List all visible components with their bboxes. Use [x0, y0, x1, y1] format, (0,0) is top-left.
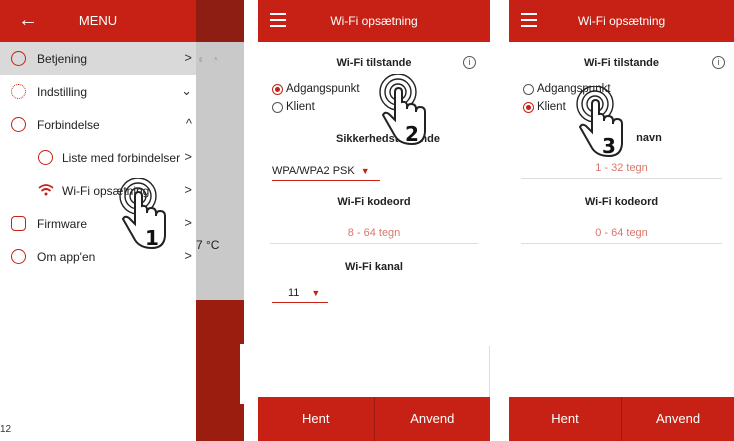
menu-screen: ◐◔ 7 °C ← MENU Betjening > Indstilling ⌄…	[0, 0, 244, 441]
settings-icon	[11, 84, 26, 99]
home-icon	[11, 51, 26, 66]
wifi-mode-heading: Wi-Fi tilstande	[583, 57, 660, 69]
page-number: 12	[0, 424, 12, 435]
bottom-action-bar: Hent Anvend	[258, 397, 490, 441]
drawer-header: ← MENU	[0, 0, 196, 42]
anvend-button[interactable]: Anvend	[622, 397, 734, 441]
pointing-hand-icon: 1	[119, 178, 166, 250]
list-icon	[38, 150, 53, 165]
chevron-right-icon: >	[184, 248, 192, 263]
wifi-password-heading: Wi-Fi kodeord	[584, 196, 659, 208]
share-icon	[11, 117, 26, 132]
chevron-right-icon: >	[184, 215, 192, 230]
wifi-mode-heading: Wi-Fi tilstande	[336, 57, 412, 69]
info-icon	[11, 249, 26, 264]
radio-unchecked-icon	[272, 101, 283, 113]
wifi-password-input[interactable]: 0 - 64 tegn	[521, 227, 722, 244]
wifi-channel-heading: Wi-Fi kanal	[345, 261, 403, 273]
background-temperature: 7 °C	[196, 238, 220, 252]
chevron-right-icon: >	[184, 50, 192, 65]
app-bar: Wi-Fi opsætning	[258, 0, 490, 42]
pointing-hand-icon: 2	[379, 74, 426, 146]
wifi-password-input[interactable]: 8 - 64 tegn	[270, 227, 478, 244]
step-number: 1	[145, 226, 159, 250]
wifi-setup-screen-client: Wi-Fi opsætning Wi-Fi tilstande i Adgang…	[509, 0, 734, 441]
pointing-hand-icon: 3	[576, 86, 623, 158]
wifi-icon	[38, 184, 54, 196]
menu-item-forbindelse[interactable]: Forbindelse ^	[0, 108, 196, 141]
info-icon[interactable]: i	[463, 56, 476, 69]
radio-unchecked-icon	[523, 83, 534, 95]
screen-title: Wi-Fi opsætning	[330, 14, 418, 28]
anvend-button[interactable]: Anvend	[375, 397, 491, 441]
wifi-setup-screen-ap: Wi-Fi opsætning Wi-Fi tilstande i Adgang…	[258, 0, 490, 441]
radio-adgangspunkt[interactable]: Adgangspunkt	[272, 83, 360, 95]
radio-checked-icon	[272, 83, 283, 95]
hent-button[interactable]: Hent	[258, 397, 374, 441]
drawer-title: MENU	[78, 13, 118, 28]
chevron-right-icon: >	[184, 182, 192, 197]
chevron-down-icon: ⌄	[181, 83, 192, 98]
wifi-password-heading: Wi-Fi kodeord	[337, 196, 411, 208]
step-number: 3	[602, 134, 616, 158]
menu-item-betjening[interactable]: Betjening >	[0, 42, 196, 75]
wifi-channel-select[interactable]: 11 ▼	[272, 287, 328, 303]
app-bar: Wi-Fi opsætning	[509, 0, 734, 42]
menu-item-indstilling[interactable]: Indstilling ⌄	[0, 75, 196, 108]
background-app: ◐◔ 7 °C	[196, 0, 244, 441]
dropdown-caret-icon: ▼	[311, 288, 321, 298]
chevron-right-icon: >	[184, 149, 192, 164]
dimmed-icons: ◐◔	[198, 52, 225, 66]
bottom-action-bar: Hent Anvend	[509, 397, 734, 441]
radio-klient[interactable]: Klient	[523, 101, 566, 113]
step-number: 2	[405, 122, 419, 146]
radio-checked-icon	[523, 101, 534, 113]
menu-item-liste-med-forbindelser[interactable]: Liste med forbindelser >	[0, 141, 196, 174]
firmware-icon	[11, 216, 26, 231]
dropdown-caret-icon: ▼	[360, 166, 370, 176]
chevron-up-icon: ^	[185, 116, 192, 131]
screen-title: Wi-Fi opsætning	[577, 14, 666, 28]
info-icon[interactable]: i	[712, 56, 725, 69]
security-mode-select[interactable]: WPA/WPA2 PSK ▼	[272, 165, 380, 181]
radio-klient[interactable]: Klient	[272, 101, 315, 113]
hent-button[interactable]: Hent	[509, 397, 621, 441]
